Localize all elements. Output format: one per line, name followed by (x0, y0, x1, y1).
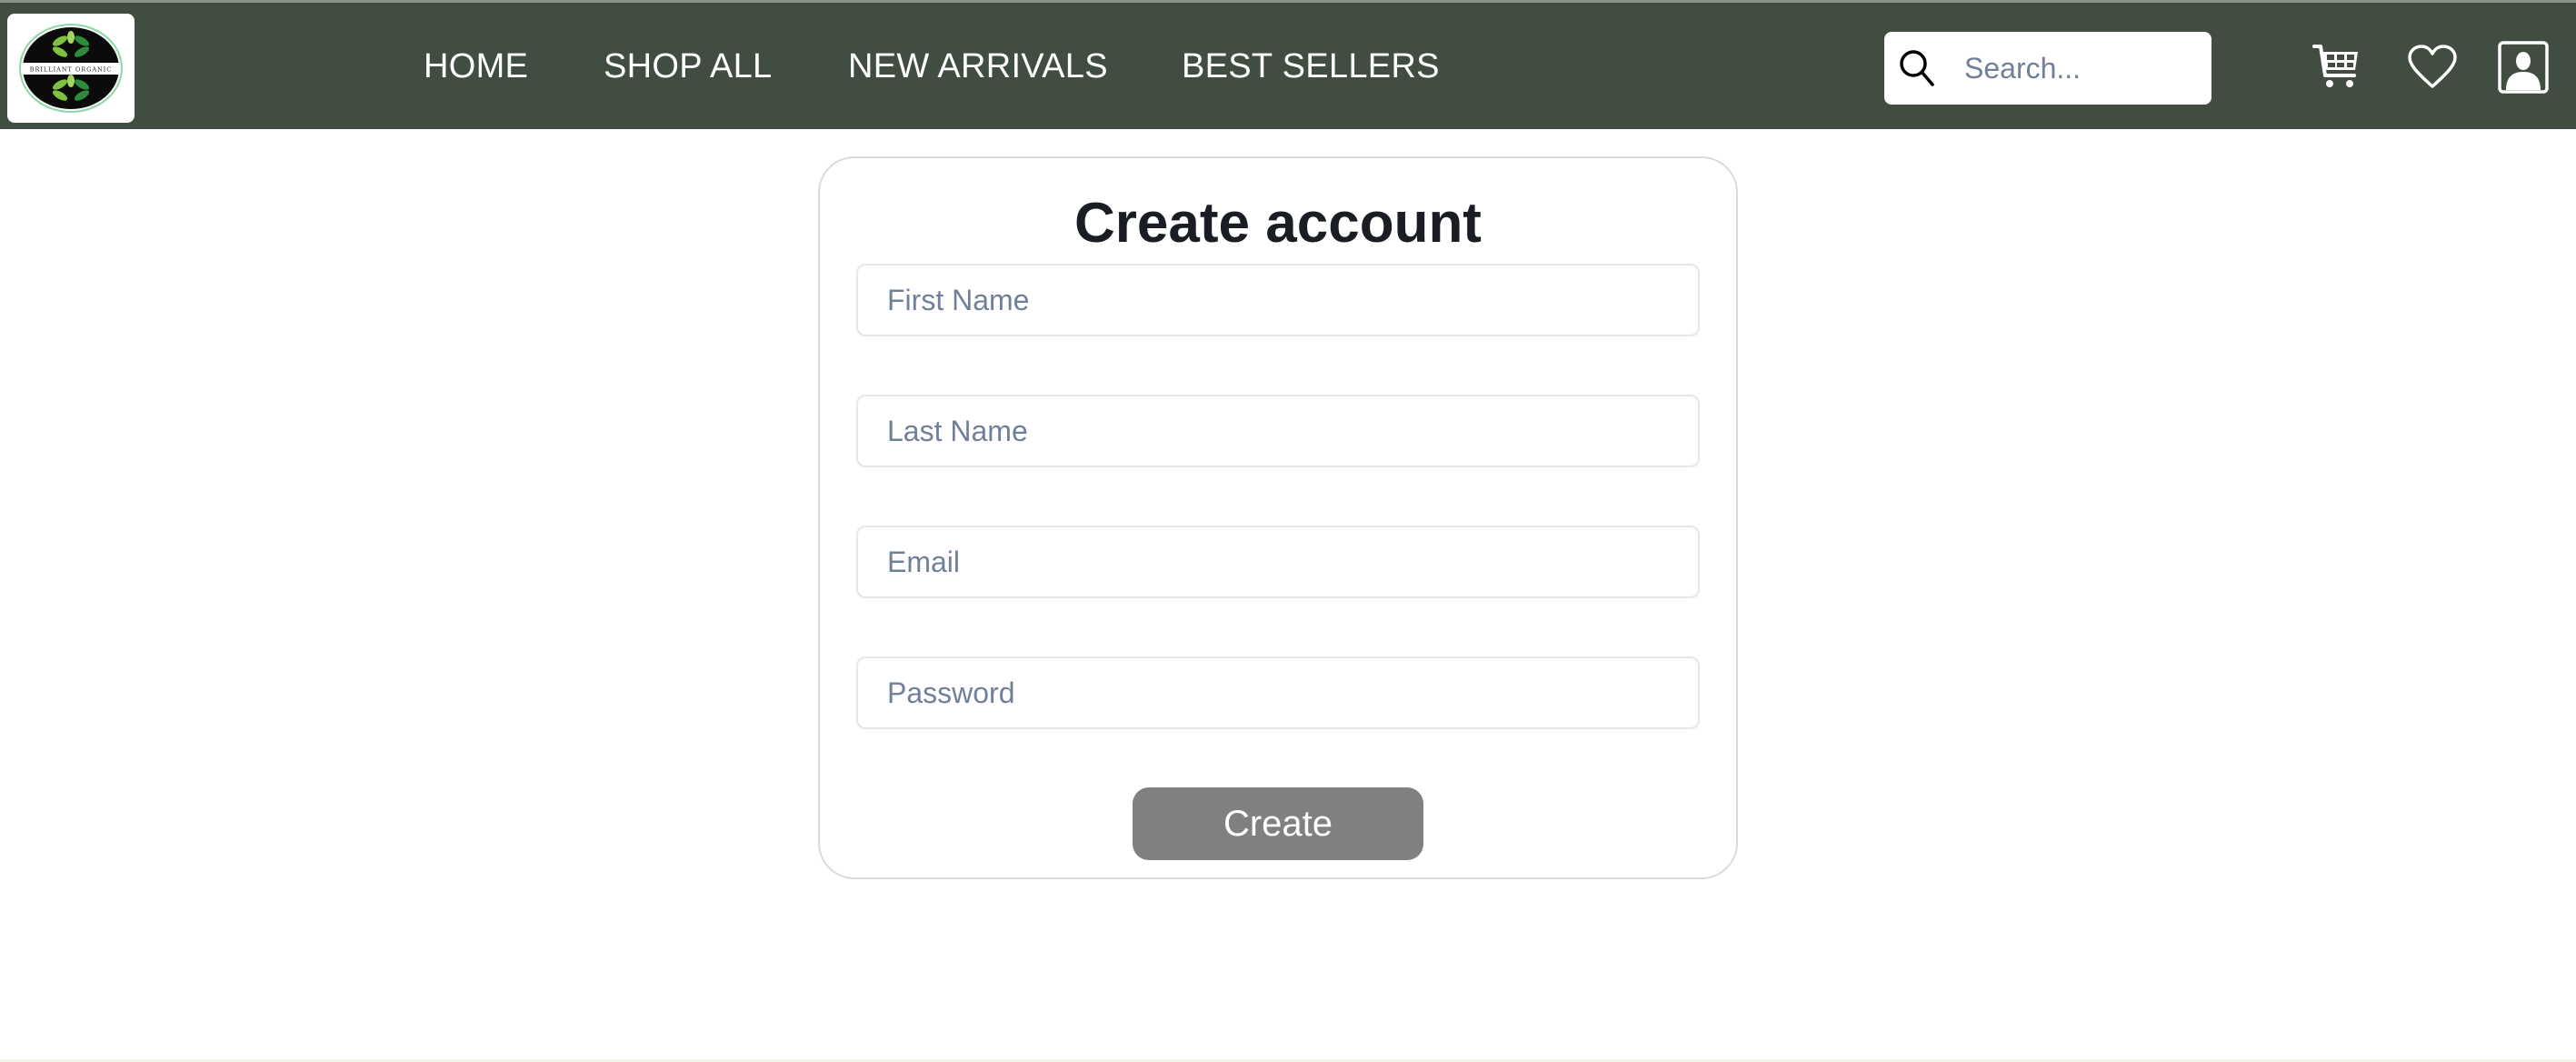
logo-link[interactable]: BRILLIANT ORGANIC (7, 14, 135, 123)
create-button[interactable]: Create (1133, 787, 1423, 860)
user-profile-icon[interactable] (2498, 41, 2549, 98)
heart-icon[interactable] (2407, 45, 2458, 95)
nav-best-sellers[interactable]: BEST SELLERS (1182, 46, 1440, 86)
cart-icon[interactable] (2312, 43, 2361, 95)
search-input[interactable] (1964, 41, 2202, 95)
logo-text: BRILLIANT ORGANIC (30, 66, 113, 74)
nav-home[interactable]: HOME (424, 46, 528, 86)
search-bar (1884, 32, 2212, 105)
create-account-card: Create account Create (818, 156, 1738, 879)
first-name-input[interactable] (856, 264, 1700, 336)
search-icon[interactable] (1898, 48, 1938, 93)
last-name-input[interactable] (856, 395, 1700, 467)
site-header: BRILLIANT ORGANIC HOME SHOP ALL NEW ARRI… (0, 0, 2576, 129)
brilliant-organic-logo: BRILLIANT ORGANIC (19, 24, 123, 113)
email-input[interactable] (856, 526, 1700, 598)
page-title: Create account (1074, 192, 1482, 255)
nav-new-arrivals[interactable]: NEW ARRIVALS (848, 46, 1108, 86)
password-input[interactable] (856, 656, 1700, 729)
nav-shop-all[interactable]: SHOP ALL (604, 46, 772, 86)
